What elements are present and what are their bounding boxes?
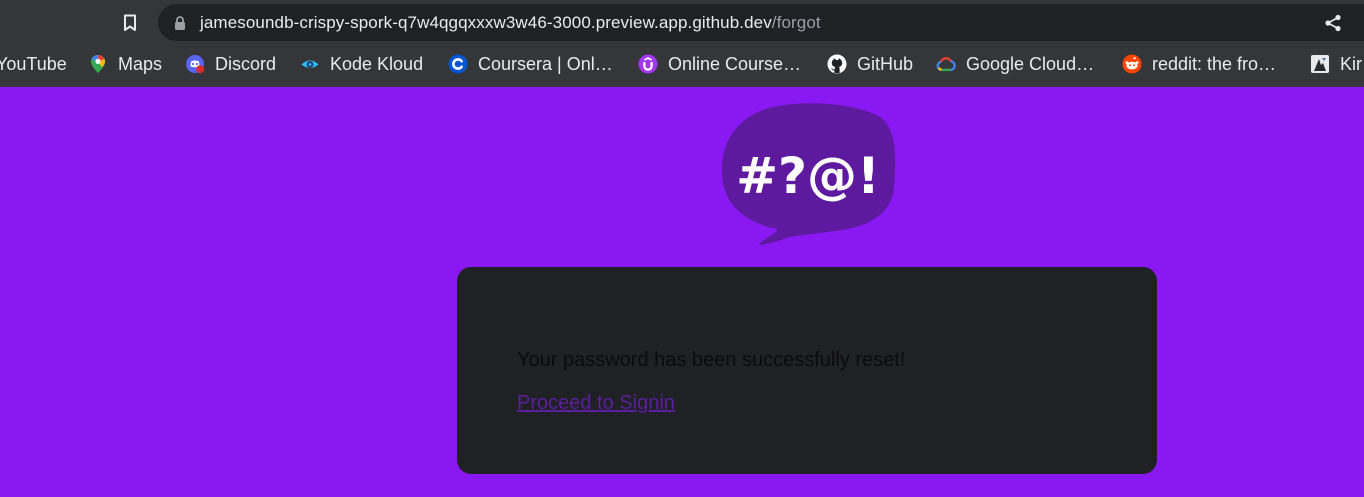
proceed-to-signin-link[interactable]: Proceed to Signin [517,391,675,415]
github-icon [827,54,847,74]
bookmark-label: Google Cloud… [966,54,1095,74]
kodekloud-icon [300,54,320,74]
url-text[interactable]: jamesoundb-crispy-spork-q7w4qgqxxxw3w46-… [200,12,821,33]
reset-success-card: Your password has been successfully rese… [457,267,1157,474]
bookmark-label: YouTube [0,54,67,74]
bookmark-kir[interactable]: Kir [1310,45,1362,83]
bookmarks-bar: YouTube Maps Discord Kode Kloud Coursera… [0,45,1364,87]
app-logo: #?@! [720,101,900,249]
page-content: #?@! Your password has been successfully… [0,87,1364,497]
bookmark-youtube[interactable]: YouTube [0,45,67,83]
bookmark-label: Maps [118,54,163,74]
url-host: jamesoundb-crispy-spork-q7w4qgqxxxw3w46-… [200,13,772,32]
bookmark-label: GitHub [857,54,914,74]
url-path: /forgot [771,13,821,32]
share-icon[interactable] [1322,12,1344,34]
coursera-icon [448,54,468,74]
bookmark-label: Discord [215,54,277,74]
bookmark-label: Online Course… [668,54,802,74]
logo-text: #?@! [736,147,880,205]
bookmark-label: Kode Kloud [330,54,424,74]
maps-icon [88,54,108,74]
kir-icon [1310,54,1330,74]
lock-icon[interactable] [172,14,188,32]
bookmark-online-course[interactable]: Online Course… [638,45,801,83]
bookmark-coursera[interactable]: Coursera | Onl… [448,45,613,83]
bookmark-icon[interactable] [118,11,142,35]
reddit-icon [1122,54,1142,74]
bookmark-google-cloud[interactable]: Google Cloud… [936,45,1094,83]
bookmark-label: Kir [1340,54,1362,74]
url-bar[interactable]: jamesoundb-crispy-spork-q7w4qgqxxxw3w46-… [158,4,1364,41]
success-message: Your password has been successfully rese… [517,349,906,371]
discord-icon [185,54,205,74]
browser-address-bar: jamesoundb-crispy-spork-q7w4qgqxxxw3w46-… [0,0,1364,45]
bookmark-label: Coursera | Onl… [478,54,613,74]
google-cloud-icon [936,54,956,74]
bookmark-reddit[interactable]: reddit: the fro… [1122,45,1276,83]
bookmark-label: reddit: the fro… [1152,54,1277,74]
bookmark-github[interactable]: GitHub [827,45,913,83]
bookmark-discord[interactable]: Discord [185,45,276,83]
bookmark-maps[interactable]: Maps [88,45,162,83]
bookmark-kodekloud[interactable]: Kode Kloud [300,45,423,83]
online-course-icon [638,54,658,74]
